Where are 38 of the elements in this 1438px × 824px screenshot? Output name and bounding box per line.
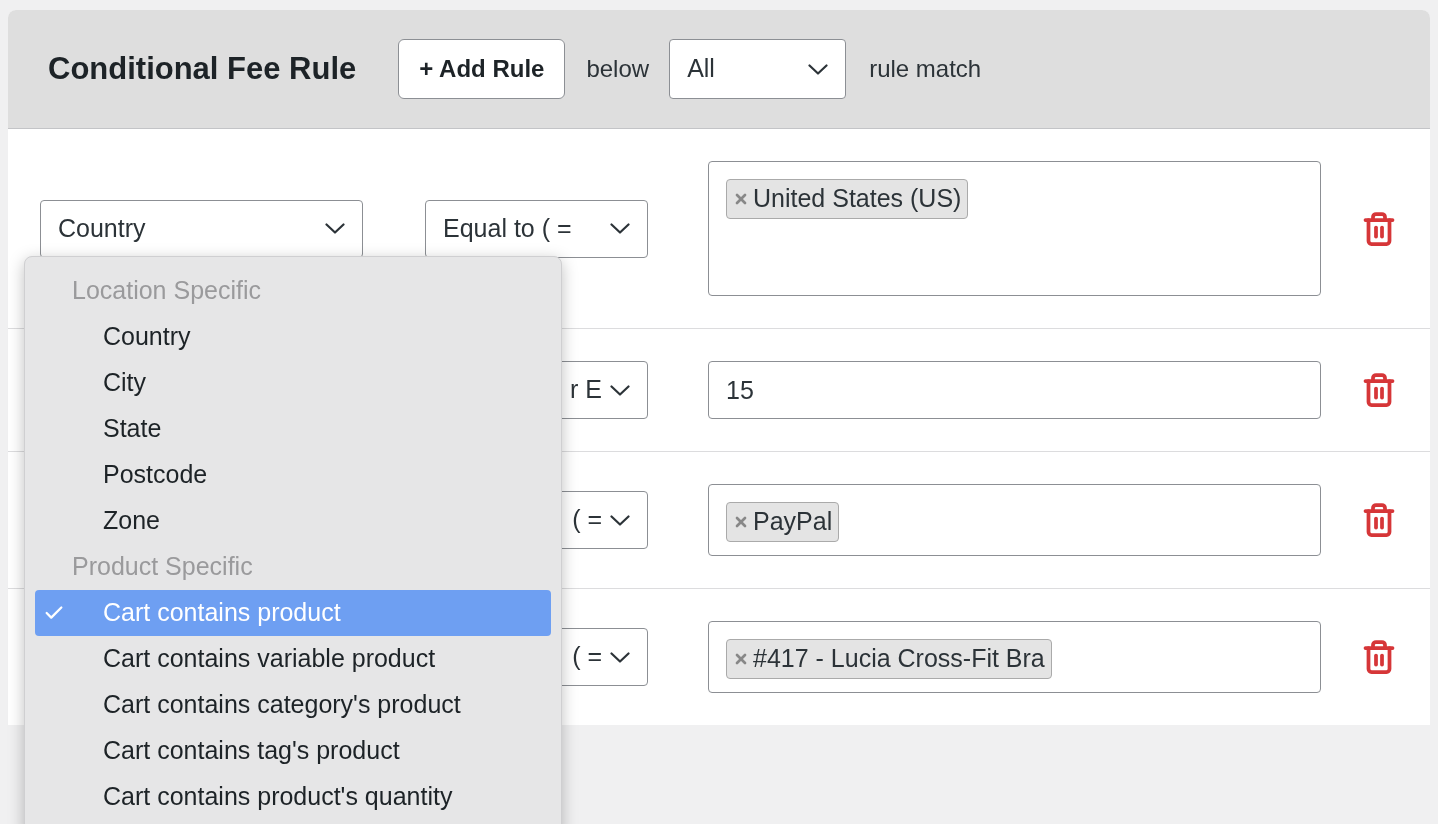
- field-select[interactable]: Country: [40, 199, 363, 258]
- trash-icon[interactable]: [1361, 210, 1397, 247]
- remove-icon[interactable]: [733, 514, 749, 530]
- tag-chip[interactable]: #417 - Lucia Cross-Fit Bra: [726, 639, 1052, 679]
- trash-icon[interactable]: [1361, 502, 1397, 538]
- remove-icon[interactable]: [733, 651, 749, 667]
- tag-chip[interactable]: United States (US): [726, 179, 969, 219]
- add-rule-button[interactable]: + Add Rule: [398, 39, 566, 99]
- below-label: below: [586, 54, 650, 84]
- chevron-down-icon: [610, 384, 630, 396]
- match-select[interactable]: All: [669, 39, 847, 99]
- operator-select[interactable]: Equal to ( =: [425, 199, 648, 258]
- tags-field[interactable]: United States (US): [708, 161, 1321, 296]
- remove-icon[interactable]: [733, 191, 749, 207]
- value-input[interactable]: 15: [708, 361, 1321, 419]
- rule-match-label: rule match: [869, 54, 982, 84]
- dropdown-option[interactable]: State: [35, 406, 551, 452]
- dropdown-option[interactable]: Postcode: [35, 452, 551, 498]
- chevron-down-icon: [808, 63, 829, 75]
- dropdown-option[interactable]: Cart contains product's quantity: [35, 774, 551, 820]
- chevron-down-icon: [610, 651, 630, 663]
- tag-chip[interactable]: PayPal: [726, 502, 840, 542]
- trash-icon[interactable]: [1361, 639, 1397, 675]
- dropdown-option[interactable]: City: [35, 360, 551, 406]
- dropdown-option[interactable]: Cart contains variable product: [35, 636, 551, 682]
- tags-field[interactable]: PayPal: [708, 484, 1321, 556]
- chevron-down-icon: [610, 514, 630, 526]
- dropdown-option[interactable]: Country: [35, 314, 551, 360]
- dropdown-option[interactable]: Cart contains category's product: [35, 682, 551, 728]
- dropdown-option[interactable]: Zone: [35, 498, 551, 544]
- chevron-down-icon: [610, 223, 630, 234]
- group-label: Location Specific: [71, 275, 262, 307]
- dropdown-option[interactable]: Cart contains tag's product: [35, 728, 551, 774]
- group-label: Product Specific: [71, 551, 254, 583]
- tags-field[interactable]: #417 - Lucia Cross-Fit Bra: [708, 621, 1321, 693]
- section-title: Conditional Fee Rule: [48, 49, 357, 88]
- trash-icon[interactable]: [1361, 372, 1397, 408]
- chevron-down-icon: [325, 223, 345, 234]
